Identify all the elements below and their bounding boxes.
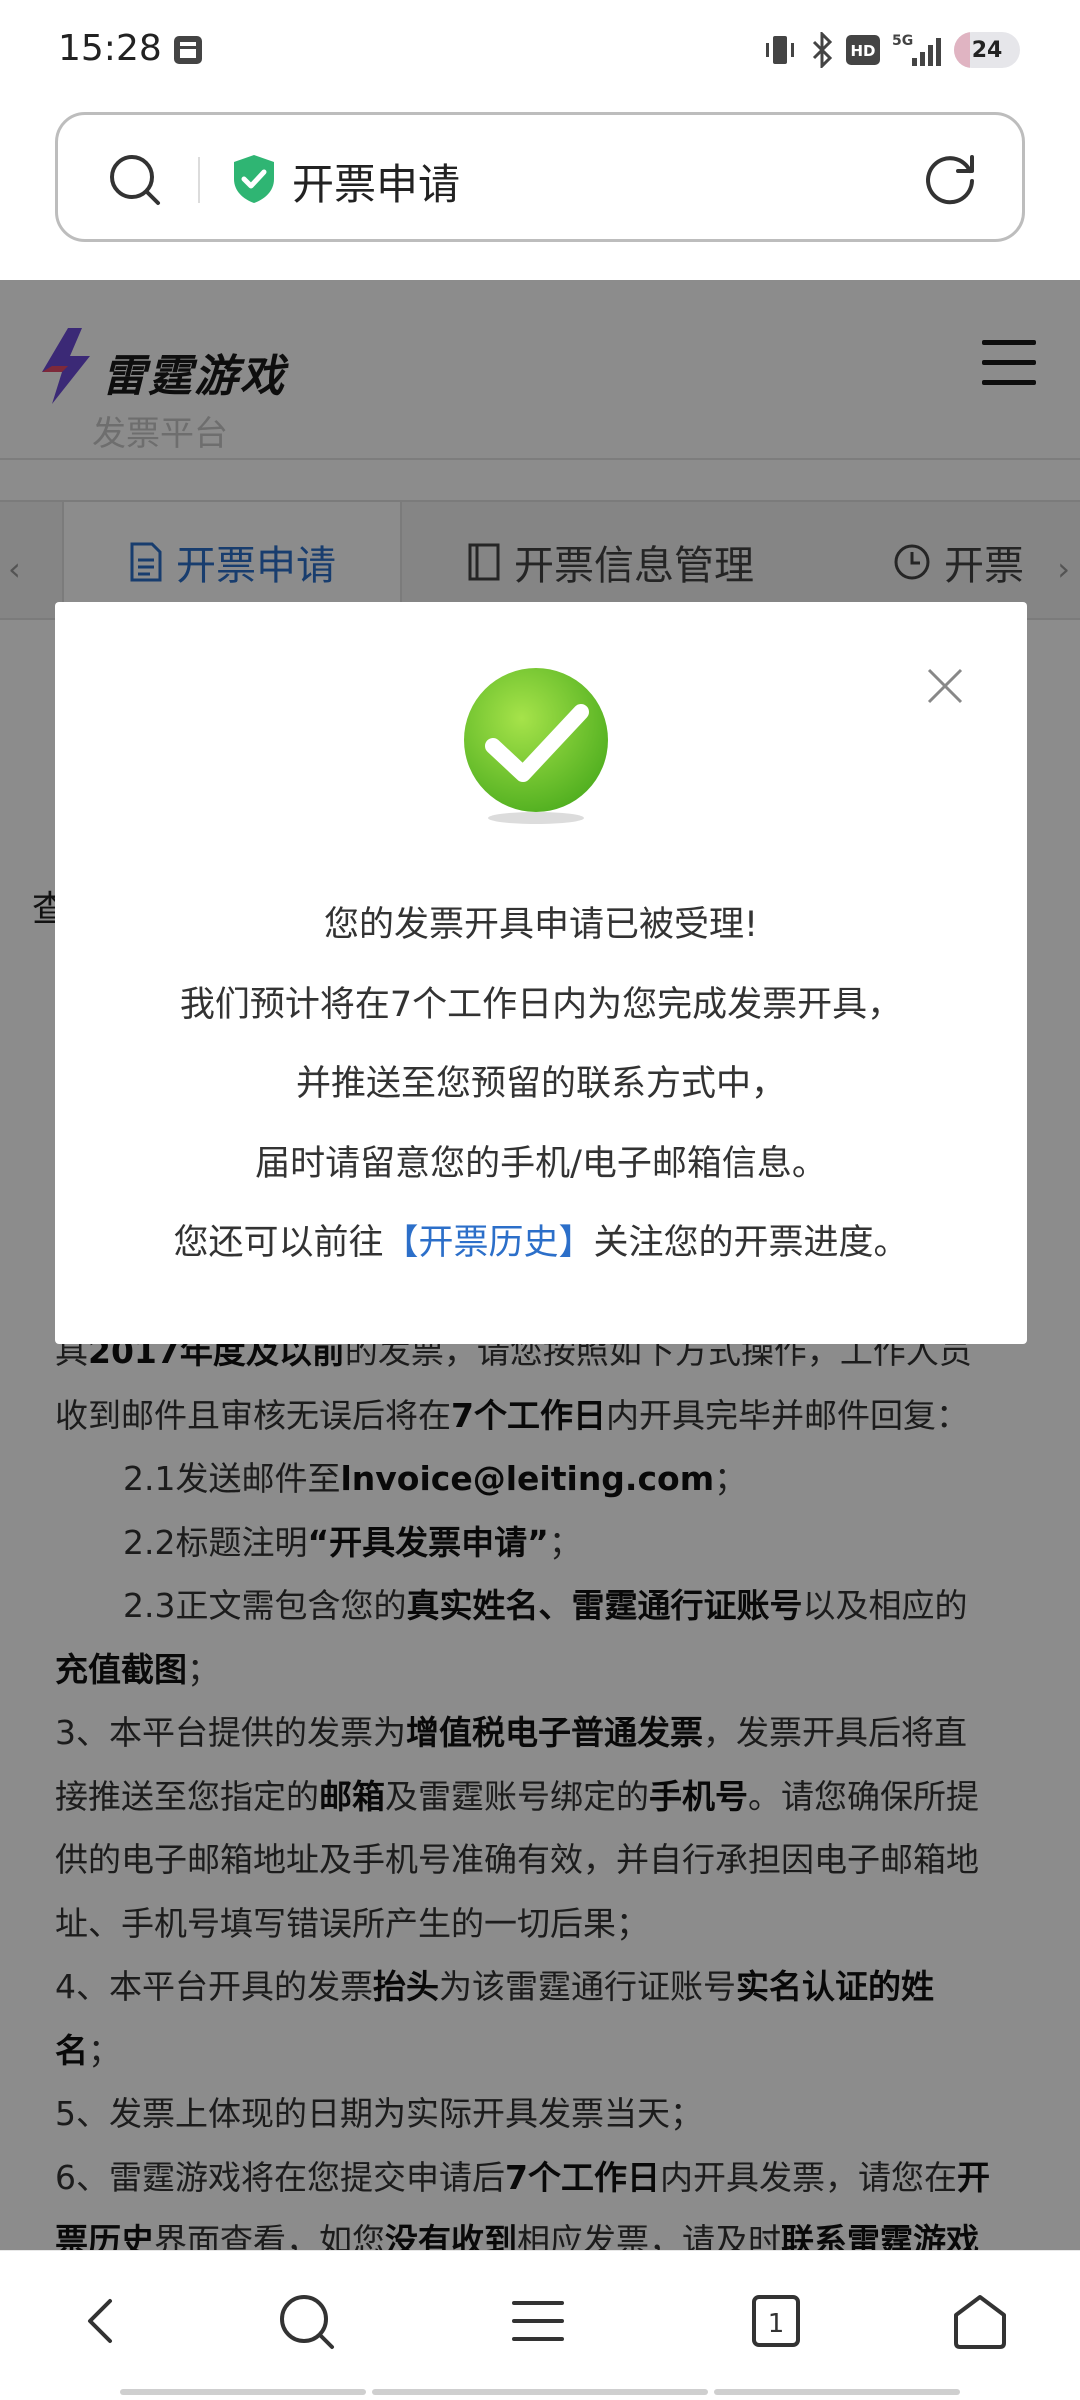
dialog-message: 您的发票开具申请已被受理! 我们预计将在7个工作日内为您完成发票开具， 并推送至… (55, 886, 1027, 1284)
shield-check-icon (234, 155, 274, 203)
battery-icon: 24 (954, 32, 1020, 68)
browser-toolbar: 开票申请 (0, 100, 1080, 280)
notification-icon (174, 36, 202, 64)
page-title: 开票申请 (292, 160, 461, 209)
search-icon (280, 2295, 334, 2349)
dialog-line-5-suffix: 关注您的开票进度。 (593, 1223, 909, 1263)
address-bar[interactable]: 开票申请 (55, 112, 1025, 242)
invoice-history-link[interactable]: 【开票历史】 (383, 1223, 593, 1263)
tab-count: 1 (768, 2309, 785, 2339)
home-icon (954, 2295, 1006, 2349)
hd-icon: HD (846, 35, 880, 65)
gesture-bar (0, 2389, 1080, 2397)
tabs-icon: 1 (752, 2295, 800, 2347)
success-dialog: 您的发票开具申请已被受理! 我们预计将在7个工作日内为您完成发票开具， 并推送至… (55, 602, 1027, 1344)
back-button[interactable] (70, 2289, 134, 2353)
vibrate-icon (766, 36, 794, 64)
search-button[interactable] (274, 2289, 338, 2353)
dialog-line-5-prefix: 您还可以前往 (173, 1223, 384, 1263)
search-icon[interactable] (106, 151, 162, 207)
status-icons: HD 5G 24 (762, 30, 1020, 70)
dialog-line-5: 您还可以前往【开票历史】关注您的开票进度。 (55, 1204, 1027, 1284)
close-icon[interactable] (925, 666, 965, 706)
dialog-line-4: 届时请留意您的手机/电子邮箱信息。 (255, 1143, 827, 1184)
tabs-button[interactable]: 1 (744, 2289, 808, 2353)
dialog-line-1: 您的发票开具申请已被受理! (323, 905, 759, 945)
success-check-icon (464, 668, 608, 824)
reload-icon[interactable] (922, 149, 980, 207)
browser-bottom-nav: 1 (0, 2250, 1080, 2400)
net-badge-text: 5G (892, 33, 913, 49)
hd-badge-text: HD (850, 42, 875, 60)
home-button[interactable] (948, 2289, 1012, 2353)
bluetooth-icon (812, 32, 833, 68)
dialog-line-3: 并推送至您预留的联系方式中， (295, 1064, 786, 1104)
back-icon (88, 2299, 112, 2343)
status-bar: 15:28 HD 5G 24 (0, 0, 1080, 100)
menu-button[interactable] (506, 2289, 570, 2353)
menu-icon (512, 2301, 564, 2341)
5g-signal-icon: 5G (892, 33, 941, 66)
address-divider (198, 157, 200, 203)
dialog-line-2: 我们预计将在7个工作日内为您完成发票开具， (179, 984, 903, 1025)
status-time: 15:28 (58, 28, 162, 69)
battery-level: 24 (971, 37, 1003, 63)
